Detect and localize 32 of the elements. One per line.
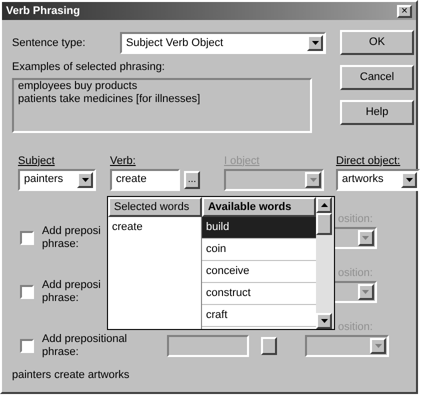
list-item[interactable]: build: [202, 217, 316, 239]
column-header[interactable]: Selected words: [108, 197, 202, 217]
dialog-button[interactable]: Help: [340, 100, 414, 125]
close-button[interactable]: ×: [397, 4, 412, 18]
checkbox-label: Add preposi phrase:: [42, 224, 101, 250]
window-title: Verb Phrasing: [6, 4, 80, 19]
checkbox-label: Add preposi phrase:: [42, 278, 101, 304]
scrollbar[interactable]: [316, 197, 334, 329]
dropdown-field[interactable]: artworks: [336, 168, 420, 190]
browse-button[interactable]: [261, 336, 278, 354]
scroll-up-icon[interactable]: [316, 197, 332, 213]
column-header[interactable]: Available words: [202, 197, 316, 217]
browse-button[interactable]: ...: [184, 170, 200, 188]
dialog-button[interactable]: OK: [340, 30, 414, 55]
dialog-button[interactable]: Cancel: [340, 65, 414, 90]
scroll-thumb[interactable]: [316, 213, 332, 235]
field-label: Direct object:: [336, 154, 402, 168]
field-label: Verb:: [110, 154, 137, 168]
field-label: Subject: [18, 154, 56, 168]
dropdown-field[interactable]: painters: [18, 168, 96, 190]
field-label: Sentence type:: [12, 36, 86, 51]
checkbox-label: Add prepositional phrase:: [42, 332, 128, 358]
scroll-down-icon[interactable]: [316, 313, 332, 329]
dropdown-field[interactable]: Subject Verb Object: [120, 32, 326, 54]
list-item[interactable]: create: [108, 217, 201, 238]
field-label: Examples of selected phrasing:: [12, 60, 166, 75]
verb-field[interactable]: create: [110, 168, 180, 190]
checkbox[interactable]: [20, 284, 34, 298]
examples-box: employees buy products patients take medicines [for illnesses]: [12, 78, 312, 132]
checkbox[interactable]: [20, 338, 34, 352]
status-text: painters create artworks: [12, 368, 130, 382]
checkbox[interactable]: [20, 230, 34, 244]
